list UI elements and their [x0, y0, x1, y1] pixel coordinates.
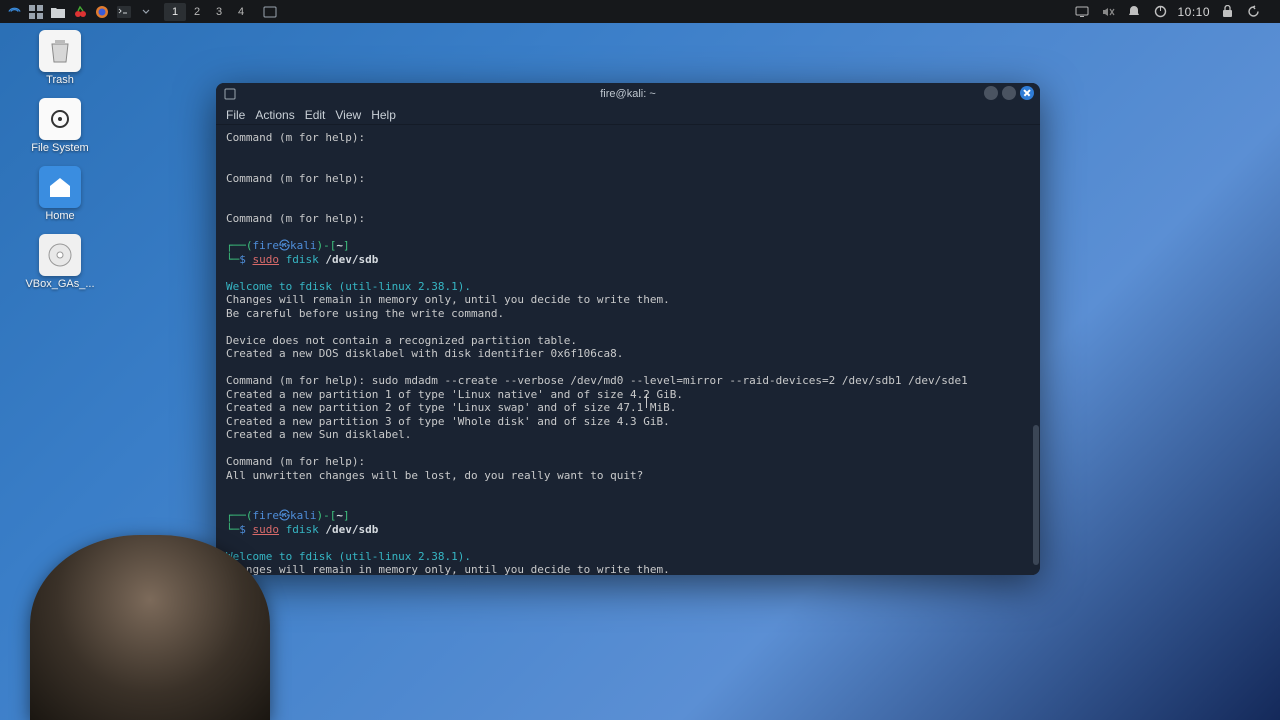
trash-icon [39, 30, 81, 72]
clock[interactable]: 10:10 [1177, 5, 1210, 19]
filesystem-icon [39, 98, 81, 140]
workspace-2[interactable]: 2 [186, 3, 208, 21]
desktop-label: Home [45, 210, 74, 222]
panel-separator-icon [1270, 3, 1276, 21]
menu-edit[interactable]: Edit [305, 108, 326, 122]
terminal-launcher-icon[interactable] [114, 3, 134, 21]
menubar: File Actions Edit View Help [216, 105, 1040, 125]
caret-icon [646, 394, 647, 408]
desktop-trash[interactable]: Trash [20, 30, 100, 86]
panel-left: 1 2 3 4 [4, 3, 280, 21]
power-icon[interactable] [1151, 3, 1169, 21]
workspace-3[interactable]: 3 [208, 3, 230, 21]
firefox-launcher-icon[interactable] [92, 3, 112, 21]
close-button[interactable] [1020, 86, 1034, 100]
terminal-body[interactable]: Command (m for help): Command (m for hel… [216, 125, 1040, 575]
minimize-button[interactable] [984, 86, 998, 100]
menu-view[interactable]: View [335, 108, 361, 122]
desktop-label: VBox_GAs_... [25, 278, 94, 290]
panel-right: 10:10 [1073, 0, 1276, 23]
desktop-filesystem[interactable]: File System [20, 98, 100, 154]
window-buttons [984, 86, 1034, 100]
lock-icon[interactable] [1218, 3, 1236, 21]
scroll-thumb[interactable] [1033, 425, 1039, 565]
volume-muted-icon[interactable] [1099, 3, 1117, 21]
menu-help[interactable]: Help [371, 108, 396, 122]
workspace-4[interactable]: 4 [230, 3, 252, 21]
maximize-button[interactable] [1002, 86, 1016, 100]
kali-menu-icon[interactable] [4, 3, 24, 21]
cherrytree-launcher-icon[interactable] [70, 3, 90, 21]
terminal-window: fire@kali: ~ File Actions Edit View Help… [216, 83, 1040, 575]
titlebar[interactable]: fire@kali: ~ [216, 83, 1040, 105]
dropdown-icon[interactable] [136, 3, 156, 21]
workspace-1[interactable]: 1 [164, 3, 186, 21]
workspace-grid-icon[interactable] [26, 3, 46, 21]
update-icon[interactable] [1244, 3, 1262, 21]
show-desktop-icon[interactable] [260, 3, 280, 21]
desktop-vbox-disk[interactable]: VBox_GAs_... [20, 234, 100, 290]
disk-icon [39, 234, 81, 276]
files-launcher-icon[interactable] [48, 3, 68, 21]
new-tab-icon[interactable] [223, 87, 237, 101]
webcam-overlay [30, 535, 270, 720]
desktop-label: Trash [46, 74, 74, 86]
top-panel: 1 2 3 4 10:10 [0, 0, 1280, 23]
tray-display-icon[interactable] [1073, 3, 1091, 21]
notifications-icon[interactable] [1125, 3, 1143, 21]
window-title: fire@kali: ~ [216, 88, 1040, 100]
desktop-home[interactable]: Home [20, 166, 100, 222]
home-icon [39, 166, 81, 208]
workspace-switcher: 1 2 3 4 [164, 3, 252, 21]
desktop-label: File System [31, 142, 88, 154]
scrollbar[interactable] [1033, 125, 1039, 575]
desktop-icons: Trash File System Home VBox_GAs_... [20, 30, 100, 290]
menu-file[interactable]: File [226, 108, 245, 122]
menu-actions[interactable]: Actions [255, 108, 294, 122]
